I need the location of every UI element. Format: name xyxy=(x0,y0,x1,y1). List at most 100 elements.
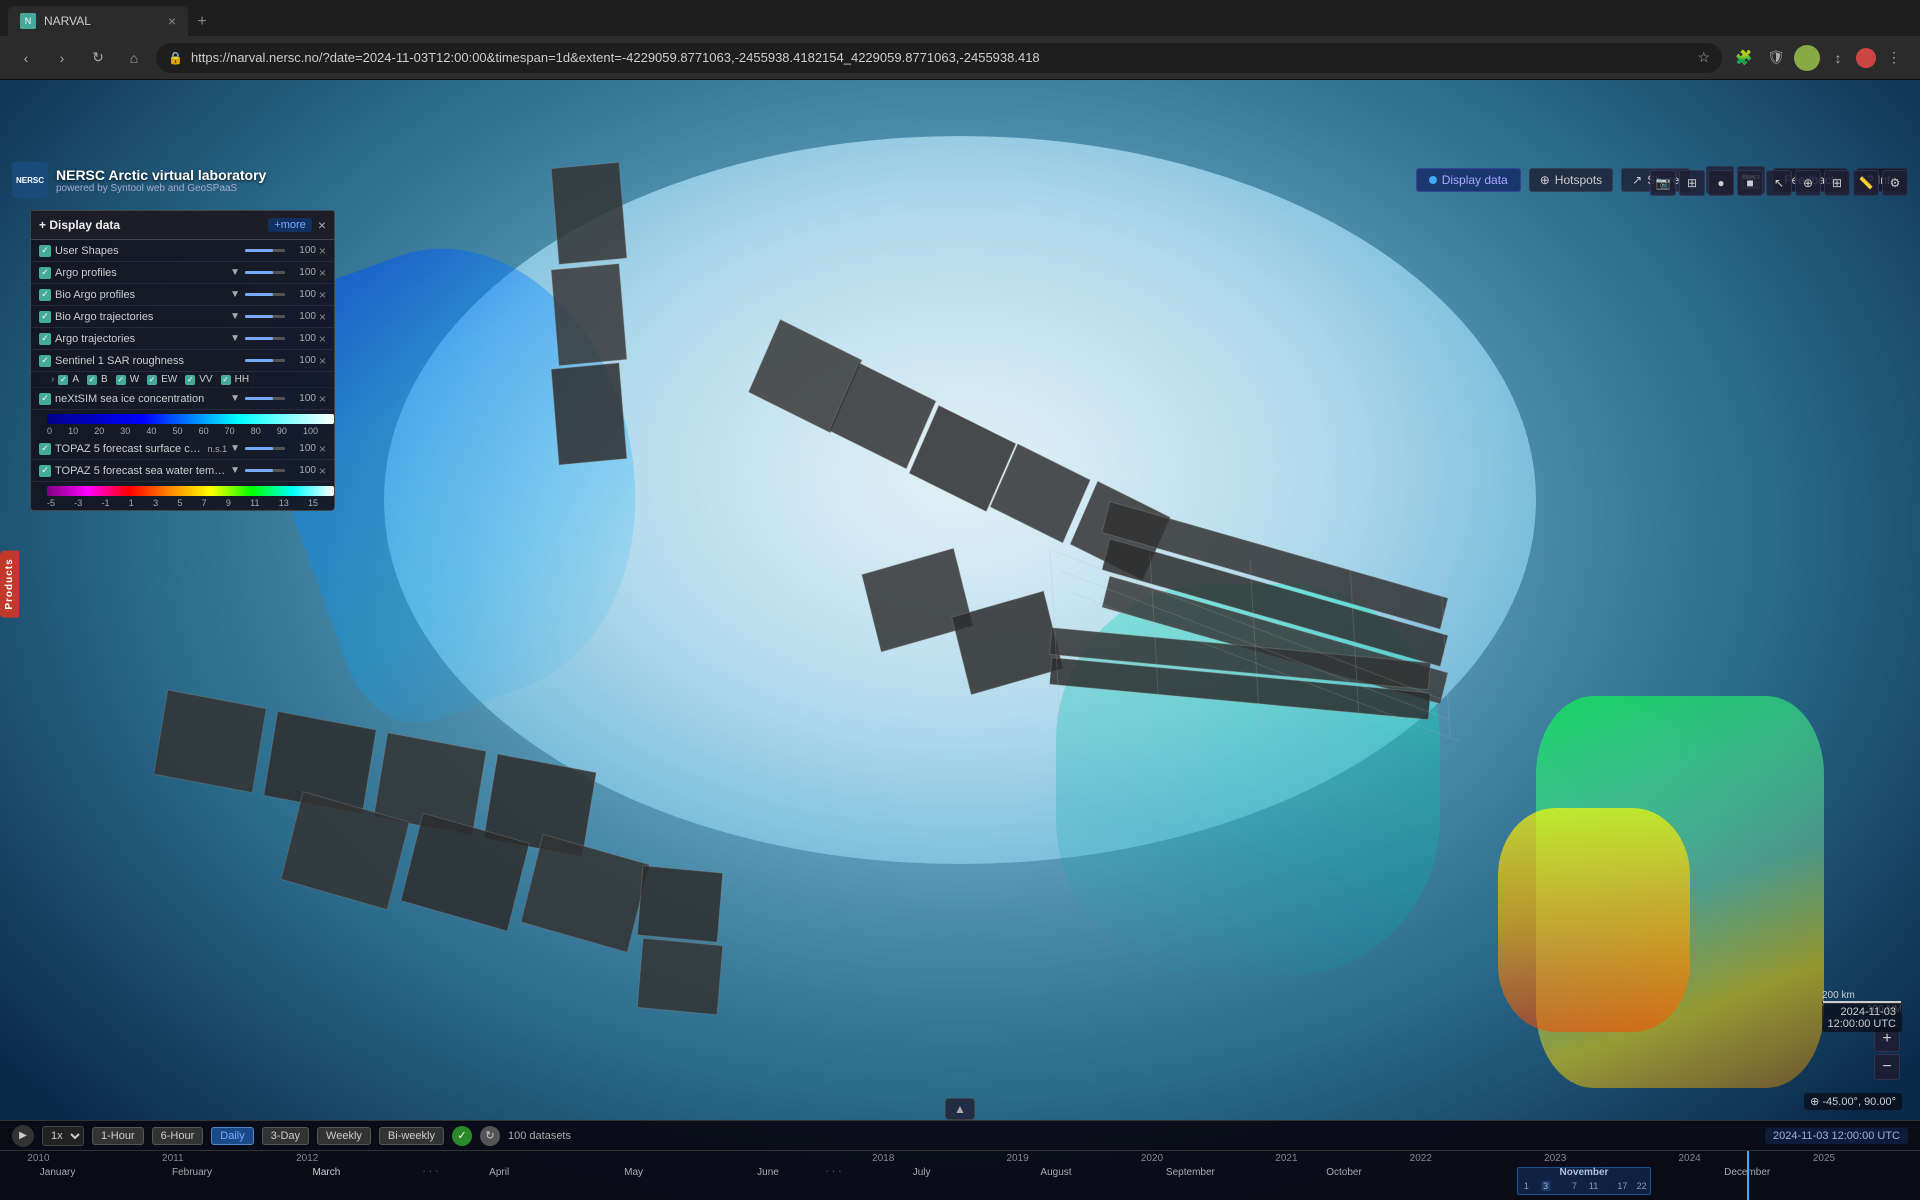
remove-topaz-current[interactable]: × xyxy=(319,442,326,456)
remove-user-shapes[interactable]: × xyxy=(319,244,326,258)
opacity-slider-topaz-current[interactable] xyxy=(245,447,285,450)
forward-button[interactable]: › xyxy=(48,44,76,72)
refresh-button[interactable]: ↻ xyxy=(84,44,112,72)
remove-nextsim[interactable]: × xyxy=(319,392,326,406)
zoom-out-button[interactable]: − xyxy=(1874,1054,1900,1080)
speed-selector[interactable]: 1x 2x 4x xyxy=(42,1126,84,1146)
tab-title: NARVAL xyxy=(44,14,160,28)
november-highlight xyxy=(1517,1167,1651,1195)
layer-row-user-shapes[interactable]: ✓ User Shapes 100 × xyxy=(31,240,334,262)
timeline-track[interactable]: 2010 2011 2012 2018 2019 2020 2021 2022 … xyxy=(0,1151,1920,1200)
checkbox-argo-profiles[interactable]: ✓ xyxy=(39,267,51,279)
checkbox-bio-argo-traj[interactable]: ✓ xyxy=(39,311,51,323)
checkbox-user-shapes[interactable]: ✓ xyxy=(39,245,51,257)
opacity-slider-user-shapes[interactable] xyxy=(245,249,285,252)
app-title: NERSC Arctic virtual laboratory xyxy=(56,167,266,183)
products-tab-container[interactable]: Products xyxy=(0,544,18,624)
shield-icon[interactable]: 🛡 xyxy=(1762,44,1790,72)
opacity-pct-nextsim: 100 xyxy=(288,393,316,404)
panel-close-button[interactable]: × xyxy=(318,217,326,233)
tool-cursor[interactable]: ↖ xyxy=(1766,170,1792,196)
checkbox-nextsim[interactable]: ✓ xyxy=(39,393,51,405)
sar-ew-check[interactable]: ✓ xyxy=(147,375,157,385)
date-display: 2024-11-03 12:00:00 UTC xyxy=(1822,1004,1902,1032)
opacity-slider-topaz-temp[interactable] xyxy=(245,469,285,472)
active-tab[interactable]: N NARVAL × xyxy=(8,6,188,36)
extensions-icon[interactable]: 🧩 xyxy=(1730,44,1758,72)
checkbox-argo-traj[interactable]: ✓ xyxy=(39,333,51,345)
sar-b-check[interactable]: ✓ xyxy=(87,375,97,385)
timeline-bar[interactable]: ▶ 1x 2x 4x 1-Hour 6-Hour Daily 3-Day Wee… xyxy=(0,1120,1920,1200)
notification-icon[interactable] xyxy=(1856,48,1876,68)
layer-row-bio-argo-traj[interactable]: ✓ Bio Argo trajectories ▼ 100 × xyxy=(31,306,334,328)
opacity-slider-bio-argo-traj[interactable] xyxy=(245,315,285,318)
sar-b-label: B xyxy=(101,374,108,385)
timeline-collapse-button[interactable]: ▲ xyxy=(945,1098,975,1120)
layer-row-argo-profiles[interactable]: ✓ Argo profiles ▼ 100 × xyxy=(31,262,334,284)
remove-bio-argo-profiles[interactable]: × xyxy=(319,288,326,302)
map-container[interactable]: NERSC NERSC Arctic virtual laboratory po… xyxy=(0,80,1920,1200)
layer-row-argo-traj[interactable]: ✓ Argo trajectories ▼ 100 × xyxy=(31,328,334,350)
tab-close-button[interactable]: × xyxy=(168,13,176,29)
checkbox-topaz-temp[interactable]: ✓ xyxy=(39,465,51,477)
row-controls-nextsim: ▼ 100 × xyxy=(230,392,326,406)
checkbox-topaz-current[interactable]: ✓ xyxy=(39,443,51,455)
settings-icon[interactable]: ⋮ xyxy=(1880,44,1908,72)
opacity-slider-argo-traj[interactable] xyxy=(245,337,285,340)
sync-icon[interactable]: ↕ xyxy=(1824,44,1852,72)
remove-argo-profiles[interactable]: × xyxy=(319,266,326,280)
time-btn-3day[interactable]: 3-Day xyxy=(262,1127,309,1145)
more-button[interactable]: +more xyxy=(268,218,312,232)
opacity-pct-bio-argo-traj: 100 xyxy=(288,311,316,322)
time-btn-6hour[interactable]: 6-Hour xyxy=(152,1127,204,1145)
bookmark-icon[interactable]: ☆ xyxy=(1697,49,1710,66)
timeline-cursor[interactable] xyxy=(1747,1151,1749,1200)
remove-argo-traj[interactable]: × xyxy=(319,332,326,346)
tool-layers[interactable]: ⊞ xyxy=(1679,170,1705,196)
tool-camera[interactable]: 📷 xyxy=(1650,170,1676,196)
date-line1: 2024-11-03 xyxy=(1828,1006,1896,1018)
year-2020: 2020 xyxy=(1141,1153,1163,1164)
remove-bio-argo-traj[interactable]: × xyxy=(319,310,326,324)
tool-draw-circle[interactable]: ● xyxy=(1708,170,1734,196)
tool-draw-square[interactable]: ■ xyxy=(1737,170,1763,196)
tool-grid[interactable]: ⊞ xyxy=(1824,170,1850,196)
address-bar[interactable]: 🔒 https://narval.nersc.no/?date=2024-11-… xyxy=(156,43,1722,73)
sar-hh-check[interactable]: ✓ xyxy=(221,375,231,385)
back-button[interactable]: ‹ xyxy=(12,44,40,72)
layer-row-topaz-current[interactable]: ✓ TOPAZ 5 forecast surface current strea… xyxy=(31,438,334,460)
layer-row-bio-argo-profiles[interactable]: ✓ Bio Argo profiles ▼ 100 × xyxy=(31,284,334,306)
tool-measure[interactable]: 📏 xyxy=(1853,170,1879,196)
checkbox-bio-argo-profiles[interactable]: ✓ xyxy=(39,289,51,301)
sar-vv-check[interactable]: ✓ xyxy=(185,375,195,385)
sar-a-check[interactable]: ✓ xyxy=(58,375,68,385)
layer-row-sentinel-sar[interactable]: ✓ Sentinel 1 SAR roughness 100 × xyxy=(31,350,334,372)
time-btn-biweekly[interactable]: Bi-weekly xyxy=(379,1127,444,1145)
panel-header[interactable]: + Display data +more × xyxy=(31,211,334,240)
products-tab-button[interactable]: Products xyxy=(0,550,19,617)
opacity-slider-nextsim[interactable] xyxy=(245,397,285,400)
checkbox-sentinel-sar[interactable]: ✓ xyxy=(39,355,51,367)
refresh-icon[interactable]: ↻ xyxy=(480,1126,500,1146)
opacity-slider-argo-profiles[interactable] xyxy=(245,271,285,274)
time-btn-daily[interactable]: Daily xyxy=(211,1127,253,1145)
opacity-slider-bio-argo-profiles[interactable] xyxy=(245,293,285,296)
remove-sentinel-sar[interactable]: × xyxy=(319,354,326,368)
layer-row-nextsim[interactable]: ✓ neXtSIM sea ice concentration ▼ 100 × xyxy=(31,388,334,410)
layer-label-bio-argo-profiles: Bio Argo profiles xyxy=(55,289,226,301)
tool-target[interactable]: ⊕ xyxy=(1795,170,1821,196)
tool-settings[interactable]: ⚙ xyxy=(1882,170,1908,196)
profile-icon[interactable] xyxy=(1794,45,1820,71)
remove-topaz-temp[interactable]: × xyxy=(319,464,326,478)
home-button[interactable]: ⌂ xyxy=(120,44,148,72)
new-tab-button[interactable]: + xyxy=(188,8,216,36)
sar-w-check[interactable]: ✓ xyxy=(116,375,126,385)
layer-row-topaz-temp[interactable]: ✓ TOPAZ 5 forecast sea water temperature… xyxy=(31,460,334,482)
time-btn-weekly[interactable]: Weekly xyxy=(317,1127,371,1145)
display-data-button[interactable]: Display data xyxy=(1416,168,1521,192)
play-button[interactable]: ▶ xyxy=(12,1125,34,1147)
sar-expand-icon[interactable]: › xyxy=(51,374,54,385)
opacity-slider-sentinel-sar[interactable] xyxy=(245,359,285,362)
hotspots-button[interactable]: ⊕ Hotspots xyxy=(1529,168,1613,192)
time-btn-1hour[interactable]: 1-Hour xyxy=(92,1127,144,1145)
